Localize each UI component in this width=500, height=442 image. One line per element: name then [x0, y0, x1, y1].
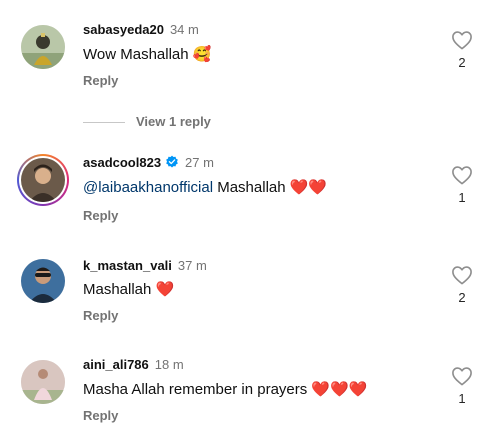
comment-body: Mashallah ❤️❤️ — [213, 179, 328, 196]
timestamp: 18 m — [154, 357, 184, 372]
like-count: 2 — [458, 290, 466, 305]
verified-badge-icon — [166, 155, 178, 168]
comment-meta: asadcool823 27 m — [83, 155, 214, 171]
avatar[interactable] — [21, 25, 65, 69]
mention-link[interactable]: @laibaakhanofficial — [83, 179, 213, 196]
username[interactable]: asadcool823 — [83, 155, 161, 170]
reply-button[interactable]: Reply — [83, 208, 118, 223]
reply-divider — [83, 122, 125, 123]
comment-text: Wow Mashallah 🥰 — [83, 46, 212, 63]
comment-item: aini_ali786 18 m Masha Allah remember in … — [0, 350, 500, 440]
timestamp: 37 m — [177, 258, 207, 273]
view-replies-label: View 1 reply — [136, 114, 211, 129]
username[interactable]: sabasyeda20 — [83, 22, 164, 37]
reply-button[interactable]: Reply — [83, 408, 118, 423]
comment-text: Mashallah ❤️ — [83, 281, 175, 298]
comment-meta: k_mastan_vali 37 m — [83, 258, 207, 274]
timestamp: 27 m — [185, 155, 214, 170]
avatar[interactable] — [21, 259, 65, 303]
like-count: 1 — [458, 391, 466, 406]
comment-item: sabasyeda20 34 m Wow Mashallah 🥰 Reply 2 — [0, 0, 500, 90]
avatar[interactable] — [17, 154, 69, 206]
heart-outline-icon[interactable] — [451, 366, 473, 386]
reply-button[interactable]: Reply — [83, 308, 118, 323]
avatar[interactable] — [21, 360, 65, 404]
comment-item: asadcool823 27 m @laibaakhanofficial Mash… — [0, 150, 500, 240]
comment-meta: aini_ali786 18 m — [83, 357, 184, 373]
reply-button[interactable]: Reply — [83, 73, 118, 88]
heart-outline-icon[interactable] — [451, 165, 473, 185]
timestamp: 34 m — [169, 22, 199, 37]
comment-text: @laibaakhanofficial Mashallah ❤️❤️ — [83, 178, 327, 198]
like-count: 2 — [458, 55, 466, 70]
heart-outline-icon[interactable] — [451, 265, 473, 285]
like-count: 1 — [458, 190, 466, 205]
comment-item: k_mastan_vali 37 m Mashallah ❤️ Reply 2 — [0, 250, 500, 340]
username[interactable]: k_mastan_vali — [83, 258, 172, 273]
username[interactable]: aini_ali786 — [83, 357, 149, 372]
comment-meta: sabasyeda20 34 m — [83, 22, 199, 38]
heart-outline-icon[interactable] — [451, 30, 473, 50]
comment-text: Masha Allah remember in prayers ❤️❤️❤️ — [83, 381, 368, 398]
